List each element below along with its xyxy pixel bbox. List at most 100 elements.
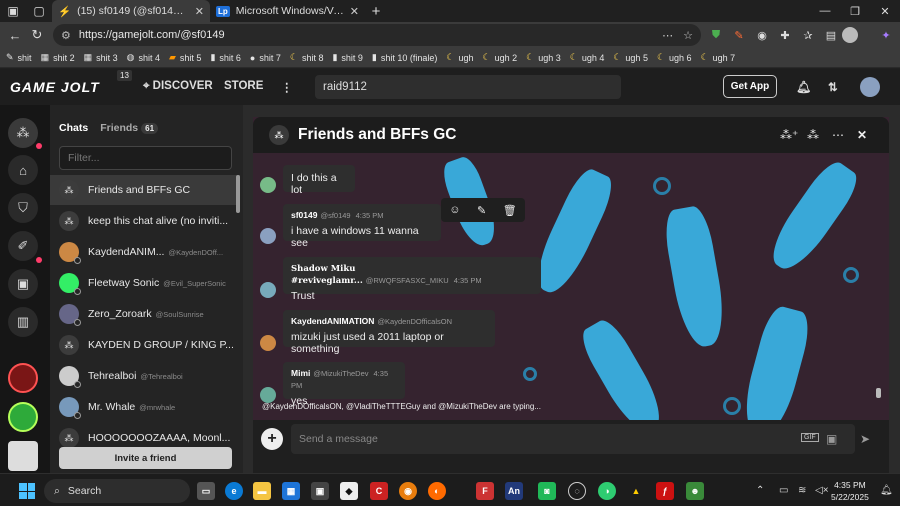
community-avatar[interactable] — [8, 441, 38, 471]
url-bar[interactable]: ⚙ https://gamejolt.com/@sf0149 ⋯ ☆ — [53, 24, 701, 46]
chevron-up-icon[interactable]: ⌃ — [756, 485, 764, 496]
app-icon[interactable]: C — [370, 482, 388, 500]
app-icon[interactable]: ◐ — [428, 482, 446, 500]
add-member-icon[interactable]: ⁂⁺ — [780, 128, 798, 142]
bookmark-item[interactable]: ☾ ugh 6 — [657, 52, 692, 63]
message-input[interactable]: Send a message — [291, 424, 855, 454]
bookmark-item[interactable]: ☾ ugh 4 — [570, 52, 605, 63]
sticker-icon[interactable]: ▣ — [826, 432, 837, 446]
bookmark-item[interactable]: ☾ ugh 7 — [701, 52, 736, 63]
discover-link[interactable]: ⌖ DISCOVER — [143, 80, 213, 93]
tab-gamejolt[interactable]: ⚡ (15) sf0149 (@sf0149) - Game Jolt ✕ — [52, 0, 210, 22]
blender-icon[interactable]: ◉ — [399, 482, 417, 500]
site-info-icon[interactable]: ⚙ — [61, 29, 71, 42]
messages-scrollbar[interactable] — [876, 388, 881, 398]
chat-list-item[interactable]: ⁂ KAYDEN D GROUP / KING P... — [50, 330, 240, 360]
chat-list-item[interactable]: KaydendANIM... @KaydenDOff... — [50, 237, 240, 267]
chat-list-scrollbar[interactable] — [236, 175, 240, 213]
close-icon[interactable]: ✕ — [350, 5, 359, 18]
bookmark-item[interactable]: ☾ ugh 2 — [483, 52, 518, 63]
app-icon[interactable]: ▦ — [282, 482, 300, 500]
app-icon[interactable]: ☻ — [686, 482, 704, 500]
taskbar-search[interactable]: ⌕ Search — [44, 479, 190, 503]
get-app-button[interactable]: Get App — [723, 75, 777, 98]
store-link[interactable]: STORE — [224, 80, 263, 92]
file-explorer-icon[interactable]: ▬ — [253, 482, 271, 500]
collections-icon[interactable]: ▤ — [821, 25, 841, 45]
more-options-icon[interactable]: ⋯ — [832, 128, 844, 142]
message-author[interactable]: sf0149 — [291, 210, 317, 220]
flash-icon[interactable]: ƒ — [656, 482, 674, 500]
bookmark-item[interactable]: ▰ shit 5 — [169, 52, 201, 63]
chat-message[interactable]: sf0149 @sf0149 4:35 PM i have a windows 11… — [283, 204, 441, 249]
brush-rail-icon[interactable]: ✐ — [8, 231, 38, 261]
app-icon[interactable]: ▲ — [627, 482, 645, 500]
shield-extension-icon[interactable]: ⛊ — [706, 25, 726, 45]
bookmark-item[interactable]: ▮ shit 6 — [210, 52, 240, 63]
chat-message[interactable]: Mimi @MizukiTheDev 4:35 PM yes — [283, 362, 405, 407]
animate-icon[interactable]: An — [505, 482, 523, 500]
members-icon[interactable]: ⁂ — [807, 128, 819, 142]
bookmark-item[interactable]: ☾ shit 8 — [290, 52, 324, 63]
backpack-rail-icon[interactable]: ⛉ — [8, 193, 38, 223]
tab-friends[interactable]: Friends 61 — [100, 122, 159, 134]
copilot-icon[interactable]: ✦ — [876, 25, 896, 45]
close-icon[interactable]: ✕ — [195, 5, 204, 18]
store-icon[interactable]: ▣ — [311, 482, 329, 500]
back-icon[interactable]: ← — [4, 28, 26, 43]
app-icon[interactable]: ◌ — [568, 482, 586, 500]
bookmark-item[interactable]: ● shit 7 — [250, 53, 281, 63]
gamejolt-logo[interactable]: GAME JOLT — [10, 79, 100, 95]
send-icon[interactable]: ➤ — [860, 432, 870, 446]
more-menu-icon[interactable]: ⋮ — [281, 80, 293, 94]
extensions-icon[interactable]: ✚ — [775, 25, 795, 45]
edit-icon[interactable]: ✎ — [477, 204, 486, 217]
app-icon[interactable]: F — [476, 482, 494, 500]
chat-rail-icon[interactable]: ⁂ — [8, 118, 38, 148]
chat-list-item[interactable]: Zero_Zoroark @SoulSunrise — [50, 299, 240, 329]
library-rail-icon[interactable]: ▥ — [8, 307, 38, 337]
community-avatar[interactable] — [8, 402, 38, 432]
message-author[interactable]: Shadow Miku #reviveglamr... — [291, 264, 363, 286]
bookmark-item[interactable]: ◍ shit 4 — [127, 52, 160, 63]
minimize-button[interactable]: — — [810, 0, 840, 22]
more-options-icon[interactable]: ⋯ — [662, 29, 673, 42]
message-author[interactable]: Mimi — [291, 368, 310, 378]
battery-icon[interactable]: ▭ — [779, 485, 788, 496]
notifications-icon[interactable]: 🔔︎ — [880, 485, 893, 496]
bookmark-item[interactable]: ✎ shit — [6, 52, 32, 63]
bookmark-item[interactable]: ☾ ugh — [446, 52, 473, 63]
delete-icon[interactable]: 🗑︎ — [503, 204, 517, 217]
tab-microsoft-versions[interactable]: Lp Microsoft Windows/Versions | Loi ✕ — [210, 0, 365, 22]
tab-actions-icon[interactable]: ▢ — [26, 0, 52, 22]
chat-list-item[interactable]: Tehrealboi @Tehrealboi — [50, 361, 240, 391]
roblox-icon[interactable]: ◆ — [340, 482, 358, 500]
app-icon[interactable]: ◙ — [538, 482, 556, 500]
activity-icon[interactable]: ⇅ — [828, 80, 838, 94]
workspaces-icon[interactable]: ▣ — [0, 0, 26, 22]
pencil-extension-icon[interactable]: ✎ — [729, 25, 749, 45]
chat-list-item[interactable]: ⁂ Friends and BFFs GC — [50, 175, 240, 205]
bookmark-item[interactable]: ▮ shit 10 (finale) — [372, 52, 437, 63]
add-reaction-icon[interactable]: ☺ — [449, 204, 460, 216]
bookmark-item[interactable]: ▮ shit 9 — [332, 52, 362, 63]
invite-friend-button[interactable]: Invite a friend — [59, 447, 232, 469]
chat-bubble-rail-icon[interactable]: ▣ — [8, 269, 38, 299]
close-window-button[interactable]: ✕ — [870, 0, 900, 22]
user-avatar[interactable] — [860, 77, 880, 97]
task-view-icon[interactable]: ▭ — [197, 482, 215, 500]
reload-icon[interactable]: ↻ — [26, 27, 48, 43]
wifi-icon[interactable]: ≋ — [798, 485, 806, 496]
close-chat-icon[interactable]: ✕ — [857, 128, 867, 142]
chat-list-item[interactable]: Mr. Whale @mrwhale — [50, 392, 240, 422]
edge-icon[interactable]: e — [225, 482, 243, 500]
chat-list-item[interactable]: Fleetway Sonic @Evil_SuperSonic — [50, 268, 240, 298]
chat-message[interactable]: I do this a lot — [283, 165, 355, 196]
bookmark-item[interactable]: ▦ shit 3 — [84, 52, 118, 63]
bookmark-item[interactable]: ☾ ugh 5 — [613, 52, 648, 63]
chat-list-item[interactable]: ⁂ keep this chat alive (no inviti... — [50, 206, 240, 236]
volume-icon[interactable]: ◁× — [815, 485, 829, 496]
add-attachment-button[interactable]: + — [261, 428, 283, 450]
gif-button[interactable]: GIF — [801, 433, 819, 442]
bookmark-item[interactable]: ☾ ugh 3 — [526, 52, 561, 63]
